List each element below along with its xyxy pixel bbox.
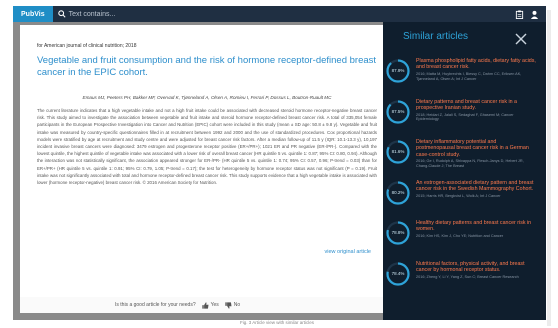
similarity-score: 87.5%	[391, 108, 405, 114]
similar-article-meta: 2016; Ge I, Rudolph A, Shivappa N, Flesc…	[416, 159, 524, 168]
similar-articles-list: 87.9% Plasma phospholipid fatty acids, di…	[383, 56, 546, 299]
journal-name: for American journal of clinical nutriti…	[37, 43, 137, 49]
similar-article-meta: 2016; Zheng Y, Li Y, Yang Z, Sun C; Brea…	[416, 274, 519, 279]
panel-title: Similar articles	[403, 31, 469, 42]
similar-article-title[interactable]: Nutritional factors, physical activity, …	[416, 261, 536, 274]
similar-article-item[interactable]: 78.4% Nutritional factors, physical activ…	[383, 259, 546, 300]
similar-article-item[interactable]: 87.9% Plasma phospholipid fatty acids, di…	[383, 56, 546, 97]
no-label: No	[233, 302, 241, 308]
similar-article-meta: 2018; Heidari Z, Jalali S, Sedaghat F, G…	[416, 112, 514, 122]
scrollbar[interactable]	[547, 10, 551, 326]
similar-article-item[interactable]: 81.6% Dietary inflammatory potential and …	[383, 137, 546, 178]
search-icon[interactable]	[55, 6, 69, 22]
similarity-score: 80.2%	[391, 189, 405, 195]
app-logo[interactable]: PubVis	[13, 6, 53, 22]
similarity-score: 78.8%	[391, 230, 405, 235]
no-button[interactable]: No	[225, 301, 241, 309]
top-bar: PubVis Text contains...	[13, 6, 546, 22]
similar-article-meta: 2015; Harris HR, Bergkvist L, Wolk A; In…	[416, 193, 501, 198]
thumbs-down-icon	[225, 301, 232, 309]
similar-article-title[interactable]: Dietary inflammatory potential and postm…	[416, 139, 536, 158]
similarity-score: 78.4%	[391, 270, 405, 276]
similar-article-title[interactable]: Healthy dietary patterns and breast canc…	[416, 220, 536, 233]
figure-caption: Fig. 3 Article view with similar article…	[240, 320, 315, 325]
similar-article-title[interactable]: Plasma phospholipid fatty acids, dietary…	[416, 58, 536, 71]
article-abstract: The current literature indicates that a …	[37, 108, 377, 186]
similar-article-item[interactable]: 80.2% An estrogen-associated dietary patt…	[383, 178, 546, 219]
similar-article-item[interactable]: 78.8% Healthy dietary patterns and breast…	[383, 218, 546, 259]
article-authors: Emaus MJ, Peeters PH, Bakker MF, Overvad…	[82, 95, 332, 100]
similar-article-item[interactable]: 87.5% Dietary patterns and breast cancer …	[383, 97, 546, 138]
similar-article-title[interactable]: An estrogen-associated dietary pattern a…	[416, 180, 536, 193]
similar-article-meta: 2016; Matta M, Huybrechts I, Biessy C, D…	[416, 72, 522, 81]
article-title: Vegetable and fruit consumption and the …	[37, 55, 377, 78]
feedback-question: Is this a good article for your needs?	[115, 302, 196, 308]
search-input[interactable]: Text contains...	[69, 11, 116, 18]
similar-article-meta: 2016; Kim HS, Kim J, Cho YE; Nutrition a…	[416, 234, 504, 238]
similar-article-title[interactable]: Dietary patterns and breast cancer risk …	[416, 99, 536, 112]
similarity-score: 87.9%	[391, 68, 405, 73]
yes-label: Yes	[210, 302, 219, 308]
feedback-bar: Is this a good article for your needs? Y…	[20, 297, 385, 313]
similar-articles-panel: Similar articles 87.9% Plasma phospholipi…	[383, 22, 546, 320]
similarity-score: 81.6%	[391, 149, 405, 154]
article-card: for American journal of clinical nutriti…	[20, 25, 385, 297]
clipboard-icon[interactable]	[515, 9, 524, 19]
view-original-link[interactable]: view original article	[325, 249, 371, 255]
yes-button[interactable]: Yes	[201, 301, 219, 309]
thumbs-up-icon	[201, 301, 209, 309]
user-icon[interactable]	[530, 10, 539, 19]
close-icon[interactable]	[514, 32, 528, 46]
